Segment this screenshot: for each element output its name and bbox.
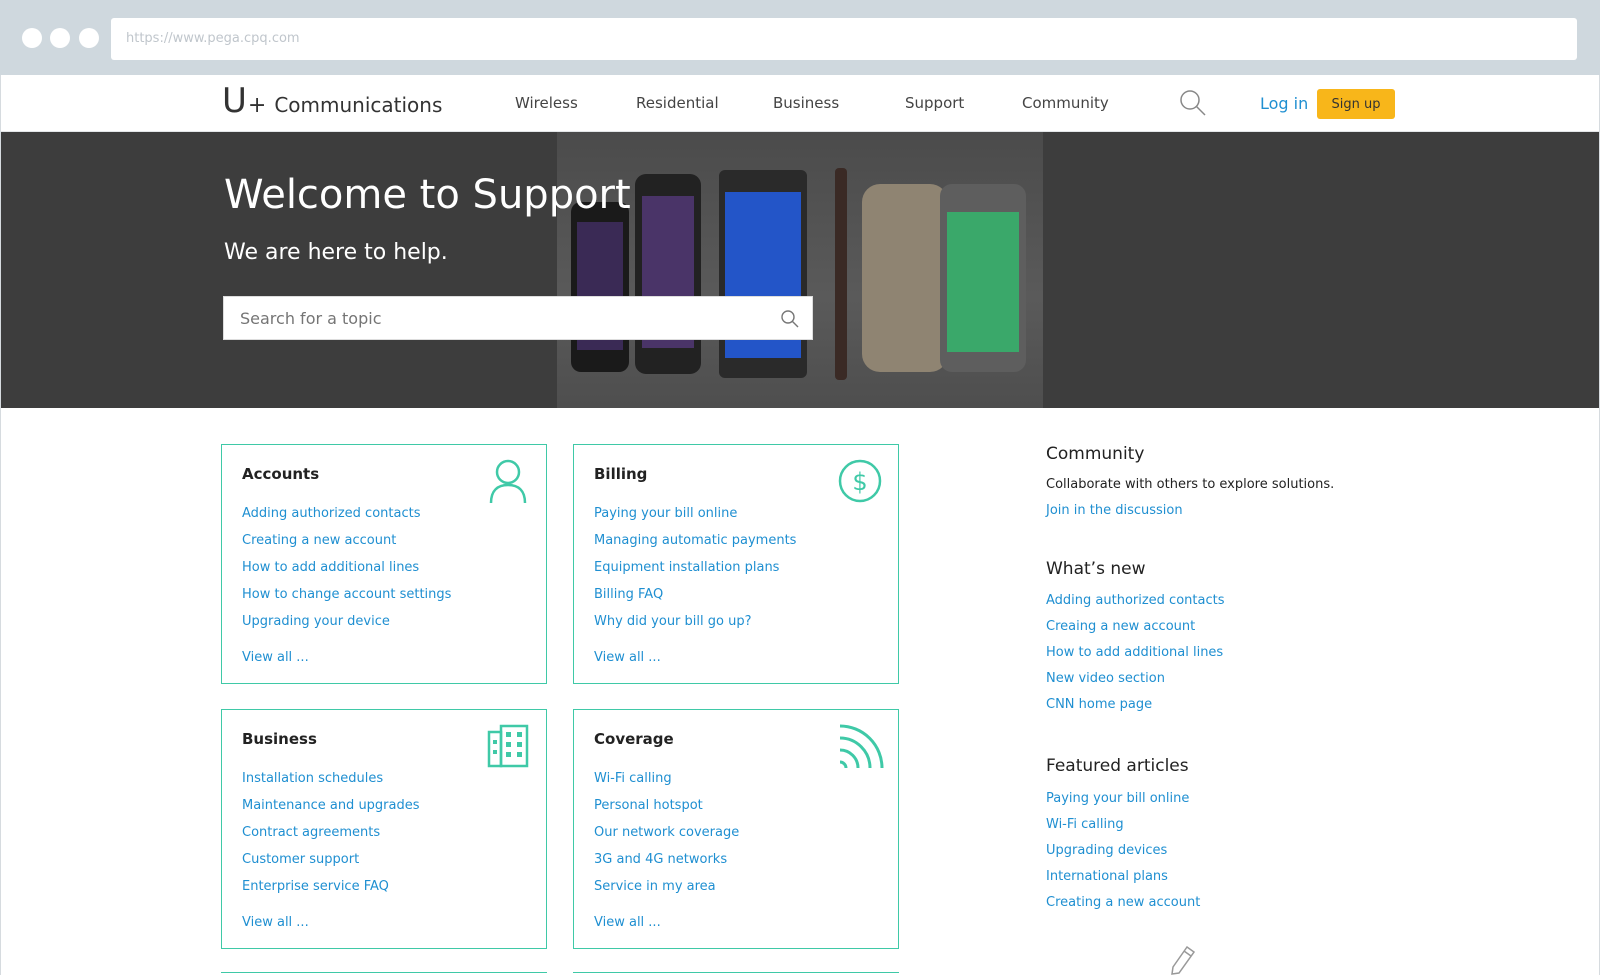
page-viewport: U + Communications Wireless Residential … [0,75,1600,975]
featured-link[interactable]: Paying your bill online [1046,790,1200,816]
whats-new-link[interactable]: Creaing a new account [1046,618,1224,644]
svg-text:$: $ [852,468,867,496]
hero-banner: Welcome to Support We are here to help. [1,132,1599,408]
hero-subtitle: We are here to help. [224,240,448,265]
user-icon [484,457,532,505]
nav-link-community[interactable]: Community [1022,94,1109,112]
topic-search-input[interactable] [224,297,764,339]
featured-link[interactable]: Wi-Fi calling [1046,816,1200,842]
dollar-icon: $ [836,457,884,505]
card-business: Business Installation schedules Maintena… [221,709,547,949]
card-link[interactable]: Adding authorized contacts [242,505,451,532]
featured-list: Paying your bill online Wi-Fi calling Up… [1046,790,1200,920]
card-title: Billing [594,465,648,483]
whats-new-list: Adding authorized contacts Creaing a new… [1046,592,1224,722]
whats-new-link[interactable]: CNN home page [1046,696,1224,722]
card-link[interactable]: Customer support [242,851,420,878]
address-bar[interactable]: https://www.pega.cpq.com [111,18,1577,60]
card-link-list: Paying your bill online Managing automat… [594,505,796,640]
whats-new-link[interactable]: New video section [1046,670,1224,696]
card-link-list: Wi-Fi calling Personal hotspot Our netwo… [594,770,739,905]
logo-u: U [222,81,247,121]
card-title: Accounts [242,465,320,483]
card-link[interactable]: Enterprise service FAQ [242,878,420,905]
nav-link-support[interactable]: Support [905,94,964,112]
view-all-link[interactable]: View all ... [242,650,309,665]
building-icon [484,722,532,770]
nav-link-residential[interactable]: Residential [636,94,719,112]
card-coverage: Coverage Wi-Fi calling Personal hotspot … [573,709,899,949]
card-link[interactable]: Personal hotspot [594,797,739,824]
view-all-link[interactable]: View all ... [594,650,661,665]
card-link[interactable]: Wi-Fi calling [594,770,739,797]
search-icon[interactable] [780,309,800,329]
card-title: Business [242,730,317,748]
whats-new-link[interactable]: Adding authorized contacts [1046,592,1224,618]
community-text: Collaborate with others to explore solut… [1046,477,1335,492]
card-link[interactable]: Why did your bill go up? [594,613,796,640]
card-link[interactable]: Service in my area [594,878,739,905]
pencil-icon [1169,945,1197,975]
join-discussion-link[interactable]: Join in the discussion [1046,503,1183,518]
window-maximize-dot[interactable] [79,28,99,48]
view-all-link[interactable]: View all ... [594,915,661,930]
card-link[interactable]: Paying your bill online [594,505,796,532]
card-title: Coverage [594,730,674,748]
site-logo[interactable]: U + Communications [222,81,442,121]
card-link[interactable]: Contract agreements [242,824,420,851]
featured-heading: Featured articles [1046,756,1189,776]
window-close-dot[interactable] [22,28,42,48]
logo-text: Communications [274,93,443,117]
window-minimize-dot[interactable] [50,28,70,48]
whats-new-heading: What’s new [1046,559,1146,579]
logo-plus: + [247,93,267,118]
topic-search-box [223,296,813,340]
hero-title: Welcome to Support [224,172,631,218]
card-link-list: Installation schedules Maintenance and u… [242,770,420,905]
signal-icon [836,722,884,770]
whats-new-link[interactable]: How to add additional lines [1046,644,1224,670]
card-accounts: Accounts Adding authorized contacts Crea… [221,444,547,684]
community-heading: Community [1046,444,1145,464]
card-link[interactable]: 3G and 4G networks [594,851,739,878]
card-billing: Billing $ Paying your bill online Managi… [573,444,899,684]
card-link[interactable]: Installation schedules [242,770,420,797]
card-link[interactable]: Our network coverage [594,824,739,851]
featured-link[interactable]: Creating a new account [1046,894,1200,920]
nav-link-wireless[interactable]: Wireless [515,94,578,112]
featured-link[interactable]: Upgrading devices [1046,842,1200,868]
card-link[interactable]: Billing FAQ [594,586,796,613]
browser-window: https://www.pega.cpq.com U + Communicati… [0,0,1600,975]
card-link[interactable]: Managing automatic payments [594,532,796,559]
featured-link[interactable]: International plans [1046,868,1200,894]
card-link[interactable]: Maintenance and upgrades [242,797,420,824]
card-link[interactable]: Upgrading your device [242,613,451,640]
card-link[interactable]: Creating a new account [242,532,451,559]
signup-button[interactable]: Sign up [1317,89,1395,119]
card-link[interactable]: How to change account settings [242,586,451,613]
card-link[interactable]: Equipment installation plans [594,559,796,586]
top-nav: U + Communications Wireless Residential … [1,75,1599,132]
login-link[interactable]: Log in [1260,94,1308,113]
search-icon[interactable] [1179,89,1207,117]
card-link[interactable]: How to add additional lines [242,559,451,586]
card-link-list: Adding authorized contacts Creating a ne… [242,505,451,640]
nav-link-business[interactable]: Business [773,94,839,112]
browser-chrome: https://www.pega.cpq.com [0,0,1600,75]
view-all-link[interactable]: View all ... [242,915,309,930]
